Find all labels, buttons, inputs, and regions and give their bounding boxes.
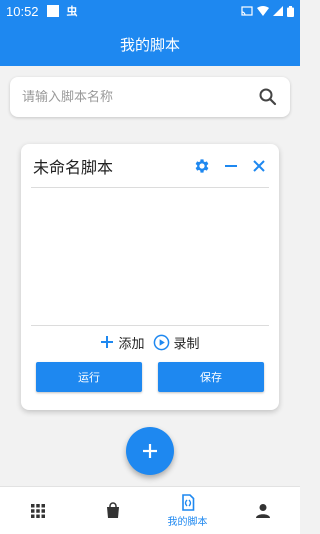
app-bar: 我的脚本 <box>0 22 300 66</box>
search-input[interactable] <box>22 89 258 105</box>
save-button[interactable]: 保存 <box>158 362 264 392</box>
plus-icon <box>143 444 157 458</box>
add-script-fab[interactable] <box>126 427 174 475</box>
wifi-icon <box>257 6 269 16</box>
grid-icon <box>30 503 45 518</box>
tools-divider <box>31 325 269 326</box>
status-time: 10:52 <box>6 3 39 19</box>
script-editor-area[interactable] <box>31 188 269 325</box>
add-step-label: 添加 <box>118 336 145 352</box>
bottom-nav: 我的脚本 <box>0 486 300 534</box>
nav-item-label: 我的脚本 <box>167 516 208 528</box>
script-action-buttons: 运行 保存 <box>36 362 264 392</box>
search-box <box>10 77 290 117</box>
record-button[interactable]: 录制 <box>153 333 200 352</box>
run-button[interactable]: 运行 <box>36 362 142 392</box>
bug-icon: 虫 <box>66 5 78 18</box>
notification-square-icon <box>46 5 59 17</box>
shopping-bag-icon <box>106 502 119 518</box>
status-bar: 10:52 虫 <box>0 0 300 22</box>
script-title[interactable]: 未命名脚本 <box>33 154 113 178</box>
nav-item-profile[interactable] <box>225 487 300 534</box>
minimize-icon[interactable] <box>223 158 239 174</box>
battery-icon <box>287 5 294 17</box>
nav-item-store[interactable] <box>75 487 150 534</box>
add-step-button[interactable]: 添加 <box>100 333 145 352</box>
play-circle-icon <box>153 334 169 350</box>
page-title: 我的脚本 <box>119 35 180 54</box>
settings-gear-icon[interactable] <box>193 157 211 175</box>
script-file-icon <box>181 493 194 511</box>
signal-icon <box>273 6 283 16</box>
plus-icon <box>101 336 114 348</box>
close-icon[interactable] <box>251 158 267 174</box>
nav-item-my-scripts[interactable]: 我的脚本 <box>150 487 225 534</box>
person-icon <box>255 503 270 518</box>
nav-item-home[interactable] <box>0 487 75 534</box>
record-label: 录制 <box>173 336 200 352</box>
search-icon[interactable] <box>258 87 278 107</box>
script-tools: 添加 录制 <box>21 330 279 354</box>
script-card: 未命名脚本 添加 录制 运行 保存 <box>21 144 279 410</box>
cast-icon <box>241 6 253 16</box>
script-card-header: 未命名脚本 <box>21 144 279 188</box>
